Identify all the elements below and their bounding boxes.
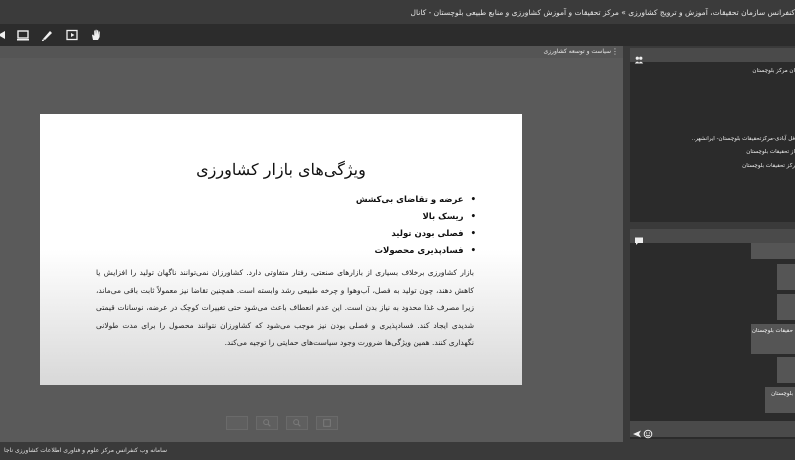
people-icon[interactable] [634,50,644,64]
chat-message: بلوچستان [765,387,795,413]
page-nav-button[interactable] [226,416,248,430]
emoji-icon[interactable] [643,424,653,439]
attendee-item[interactable]: فل آبادی-مرکزتحقیقات بلوچستان- ایرانشهر.… [692,136,795,142]
video-icon[interactable] [65,28,79,42]
share-pod: سیاست و توسعه کشاورزی ⋮ ویژگی‌های بازار … [0,46,623,442]
pod-menu-icon[interactable]: ⋮ [611,47,619,56]
chat-message [777,264,795,290]
status-text: سامانه وب کنفرانس مرکز علوم و فناوری اطل… [4,447,168,454]
chat-message-text: بلوچستان [771,391,793,397]
status-bar: سامانه وب کنفرانس مرکز علوم و فناوری اطل… [0,442,623,460]
zoom-out-icon[interactable] [286,416,308,430]
attendee-item[interactable]: رکز تحقیقات بلوچستان [742,163,795,169]
attendees-pod-header [630,48,795,64]
chat-message-text: حقیقات بلوچستان [751,328,793,334]
zoom-in-icon[interactable] [256,416,278,430]
send-icon[interactable] [632,424,642,438]
screen-share-icon[interactable] [16,28,30,42]
toolbar [0,24,795,46]
chat-input-bar[interactable] [630,421,795,439]
pen-icon[interactable] [40,28,54,42]
share-pod-header: سیاست و توسعه کشاورزی ⋮ [0,46,623,58]
slide-bullet: ریسک بالا [356,209,476,226]
slide-bullet-list: عرضه و تقاضای بی‌کشش ریسک بالا فصلی بودن… [356,192,476,260]
window-title: کنفرانس سازمان تحقیقات، آموزش و ترویج کش… [410,8,795,17]
slide-bullet: فسادپذیری محصولات [356,243,476,260]
slide-paragraph: بازار کشاورزی برخلاف بسیاری از بازارهای … [96,268,474,347]
attendees-pod: ان مرکز بلوچستان فل آبادی-مرکزتحقیقات بل… [630,48,795,222]
slide-bullet: فصلی بودن تولید [356,226,476,243]
attendee-item[interactable]: از تحقیقات بلوچستان [746,149,795,155]
side-panel: ان مرکز بلوچستان فل آبادی-مرکزتحقیقات بل… [623,46,795,460]
chat-icon[interactable] [634,231,644,245]
share-pod-title: سیاست و توسعه کشاورزی [543,48,611,55]
attendee-item[interactable]: ان مرکز بلوچستان [752,68,795,74]
chat-message [777,357,795,383]
chat-pod-header [630,229,795,245]
chat-message [751,243,795,259]
chat-message: حقیقات بلوچستان [751,324,795,354]
chat-pod: حقیقات بلوچستان بلوچستان [630,229,795,439]
slide-bullet: عرضه و تقاضای بی‌کشش [356,192,476,209]
hand-icon[interactable] [89,28,103,42]
arrow-icon[interactable] [0,28,10,42]
chat-message [777,294,795,320]
window-title-bar: کنفرانس سازمان تحقیقات، آموزش و ترویج کش… [0,0,795,24]
slide-title: ویژگی‌های بازار کشاورزی [196,160,366,179]
fit-screen-icon[interactable] [316,416,338,430]
presentation-slide: ویژگی‌های بازار کشاورزی عرضه و تقاضای بی… [40,114,522,385]
